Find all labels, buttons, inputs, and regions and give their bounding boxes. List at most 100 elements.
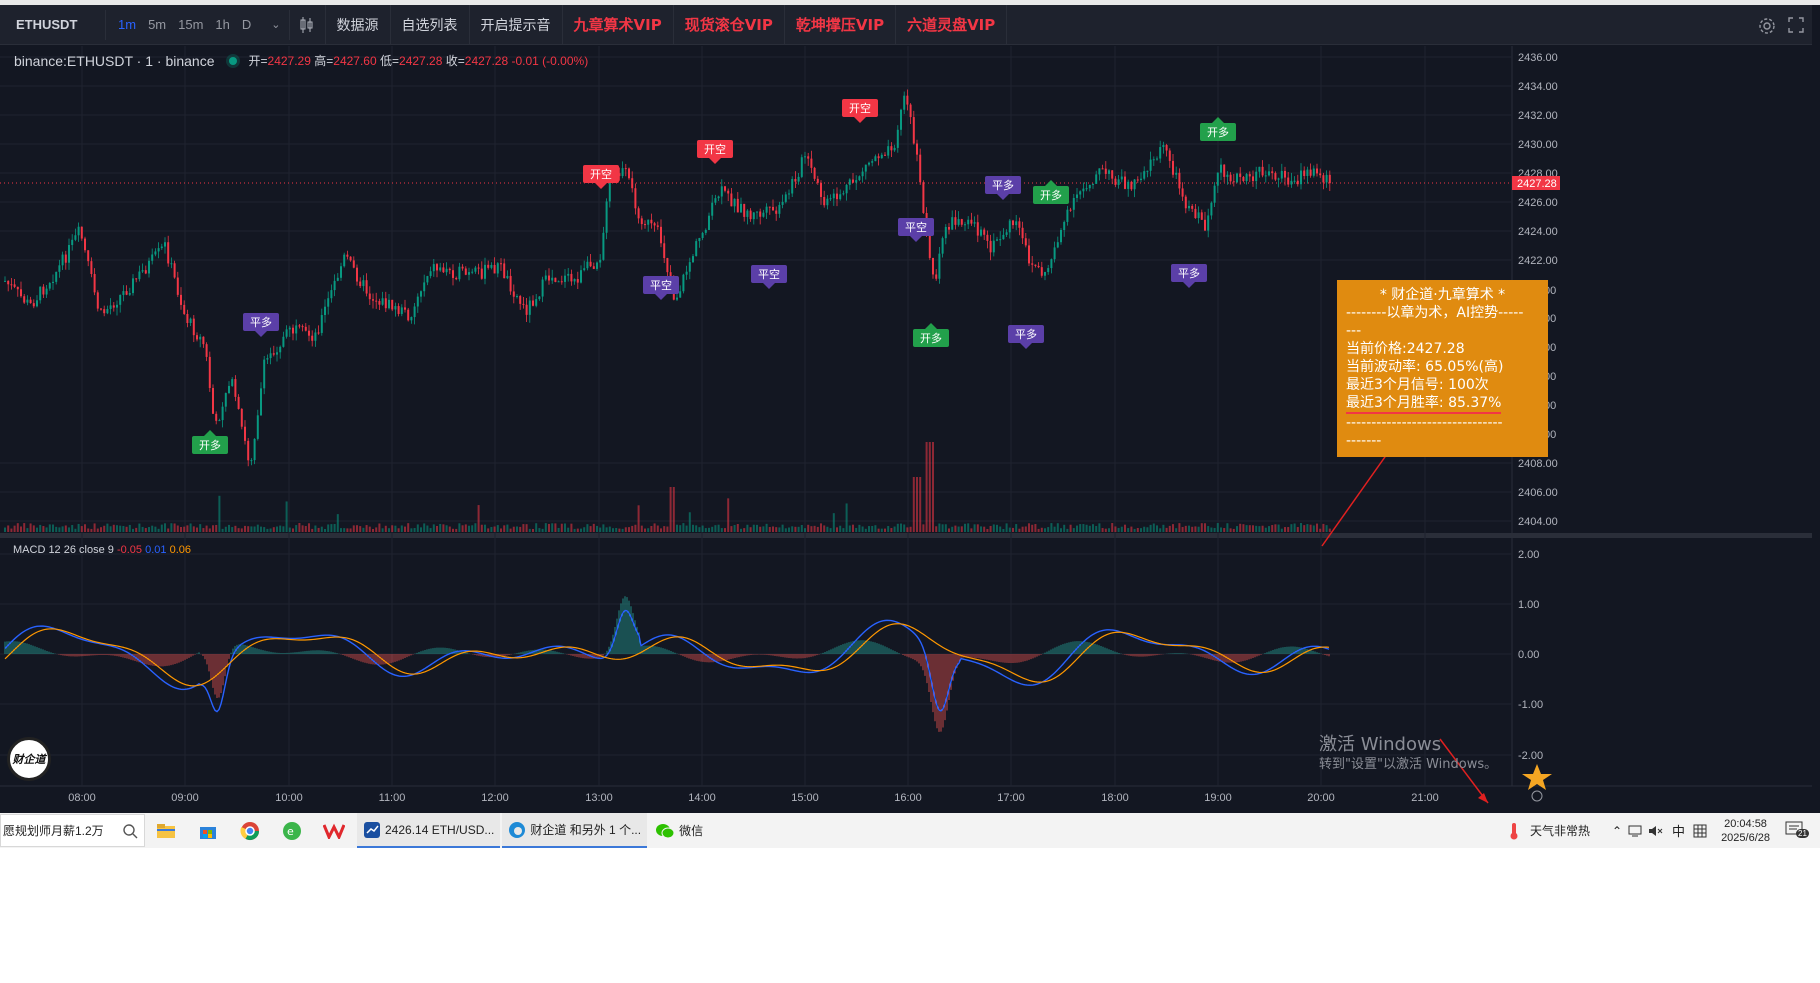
candle-body (199, 336, 202, 340)
volume-bar (1146, 527, 1149, 532)
volume-bar (839, 525, 842, 532)
vip-qiankun-button[interactable]: 乾坤撑压VIP (785, 4, 897, 45)
volume-bar (858, 524, 861, 532)
candle-body (1018, 221, 1021, 228)
browser-green-icon[interactable]: e (271, 813, 313, 848)
candle-body (1076, 194, 1078, 198)
gear-icon[interactable] (1758, 17, 1776, 39)
file-explorer-icon[interactable] (145, 813, 187, 848)
watchlist-button[interactable]: 自选列表 (391, 4, 470, 45)
candle-body (778, 204, 781, 214)
interval-1m[interactable]: 1m (112, 17, 142, 32)
volume-bar (1012, 527, 1014, 532)
vip-liudao-button[interactable]: 六道灵盘VIP (896, 4, 1008, 45)
taskbar-app-edge[interactable]: 财企道 和另外 1 个... (502, 813, 648, 848)
candle-body (16, 286, 19, 290)
candle-body (1264, 175, 1267, 177)
clock-date: 2025/6/28 (1721, 831, 1770, 844)
volume-bar (464, 524, 467, 532)
candle-body (1021, 227, 1024, 239)
candle-body (1040, 267, 1043, 276)
candle-body (77, 226, 80, 236)
candle-body (327, 298, 330, 307)
candle-body (711, 202, 714, 216)
volume-bar (1242, 524, 1245, 532)
candle-body (1053, 247, 1056, 260)
candle-body (218, 420, 221, 422)
volume-bar (13, 525, 16, 532)
volume-bar (564, 523, 566, 532)
volume-bar (778, 527, 781, 532)
chevron-down-icon[interactable]: ⌄ (263, 18, 288, 31)
interval-d[interactable]: D (236, 17, 257, 32)
candle-body (893, 147, 896, 151)
volume-bar (148, 527, 150, 532)
volume-bar (503, 525, 506, 532)
candle-body (381, 298, 384, 305)
chrome-icon[interactable] (229, 813, 271, 848)
candle-body (1213, 185, 1216, 203)
volume-bar (378, 523, 381, 532)
volume-bar (384, 525, 387, 532)
candle-body (333, 280, 336, 291)
fullscreen-icon[interactable] (1788, 17, 1804, 37)
svg-text:e: e (287, 825, 294, 838)
small-gear-icon (1531, 790, 1543, 802)
annotation-arrowhead (1478, 793, 1488, 803)
volume-bar (1296, 527, 1299, 532)
ime-indicator[interactable]: 中 (1672, 821, 1685, 840)
taskbar-app-wechat[interactable]: 微信 (649, 813, 709, 848)
volume-bar (1293, 523, 1296, 532)
volume-bar (436, 525, 438, 532)
volume-bar (682, 523, 685, 532)
candle-body (32, 303, 35, 307)
interval-1h[interactable]: 1h (209, 17, 235, 32)
volume-bar (1248, 525, 1251, 532)
candle-body (720, 186, 723, 197)
candle-body (506, 275, 509, 279)
interval-5m[interactable]: 5m (142, 17, 172, 32)
volume-bar (16, 523, 19, 532)
wps-icon[interactable] (313, 813, 355, 848)
info-price: 当前价格:2427.28 (1346, 341, 1465, 357)
candle-body (288, 327, 291, 330)
taskbar-app-chart[interactable]: 2426.14 ETH/USD... (357, 813, 501, 848)
vip-jiuzhang-button[interactable]: 九章算术VIP (563, 4, 674, 45)
candle-body (858, 176, 861, 181)
symbol-label[interactable]: ETHUSDT (0, 17, 105, 32)
candle-body (170, 263, 173, 265)
signal-marker-long: 开多 (1200, 117, 1236, 141)
volume-bar (298, 523, 301, 532)
macd-legend[interactable]: MACD 12 26 close 9 -0.05 0.01 0.06 (13, 544, 191, 556)
alert-sound-button[interactable]: 开启提示音 (470, 4, 563, 45)
taskbar-clock[interactable]: 20:04:58 2025/6/28 (1707, 817, 1784, 845)
price-tick-label: 2430.00 (1518, 139, 1558, 151)
candle-body (640, 218, 643, 225)
datasource-button[interactable]: 数据源 (326, 4, 391, 45)
notification-icon[interactable]: 21 (1784, 820, 1820, 841)
candle-body (1152, 159, 1155, 161)
chevron-up-icon[interactable]: ⌃ (1612, 824, 1622, 838)
interval-15m[interactable]: 15m (172, 17, 209, 32)
volume-bar (100, 527, 102, 532)
volume-bar (1245, 525, 1248, 532)
legend-symbol-name[interactable]: binance:ETHUSDT · 1 · binance (14, 53, 215, 69)
volume-bar (1095, 525, 1098, 532)
candle-body (176, 277, 179, 295)
candle-body (660, 226, 662, 244)
candle-body (516, 296, 518, 298)
candlestick-icon[interactable] (290, 4, 326, 45)
store-icon[interactable] (187, 813, 229, 848)
candle-body (477, 267, 480, 269)
time-tick-label: 17:00 (997, 792, 1025, 804)
info-dashes: ------------------------------- (1346, 415, 1503, 431)
volume-bar (1069, 524, 1072, 532)
candle-body (400, 307, 403, 314)
candle-body (231, 379, 234, 386)
volume-bar (1290, 524, 1293, 532)
candle-body (1271, 171, 1274, 174)
candle-body (391, 299, 394, 310)
candle-body (970, 219, 973, 224)
taskbar-search[interactable]: 愿规划师月薪1.2万 (0, 814, 145, 847)
vip-spot-rolling-button[interactable]: 现货滚仓VIP (674, 4, 785, 45)
